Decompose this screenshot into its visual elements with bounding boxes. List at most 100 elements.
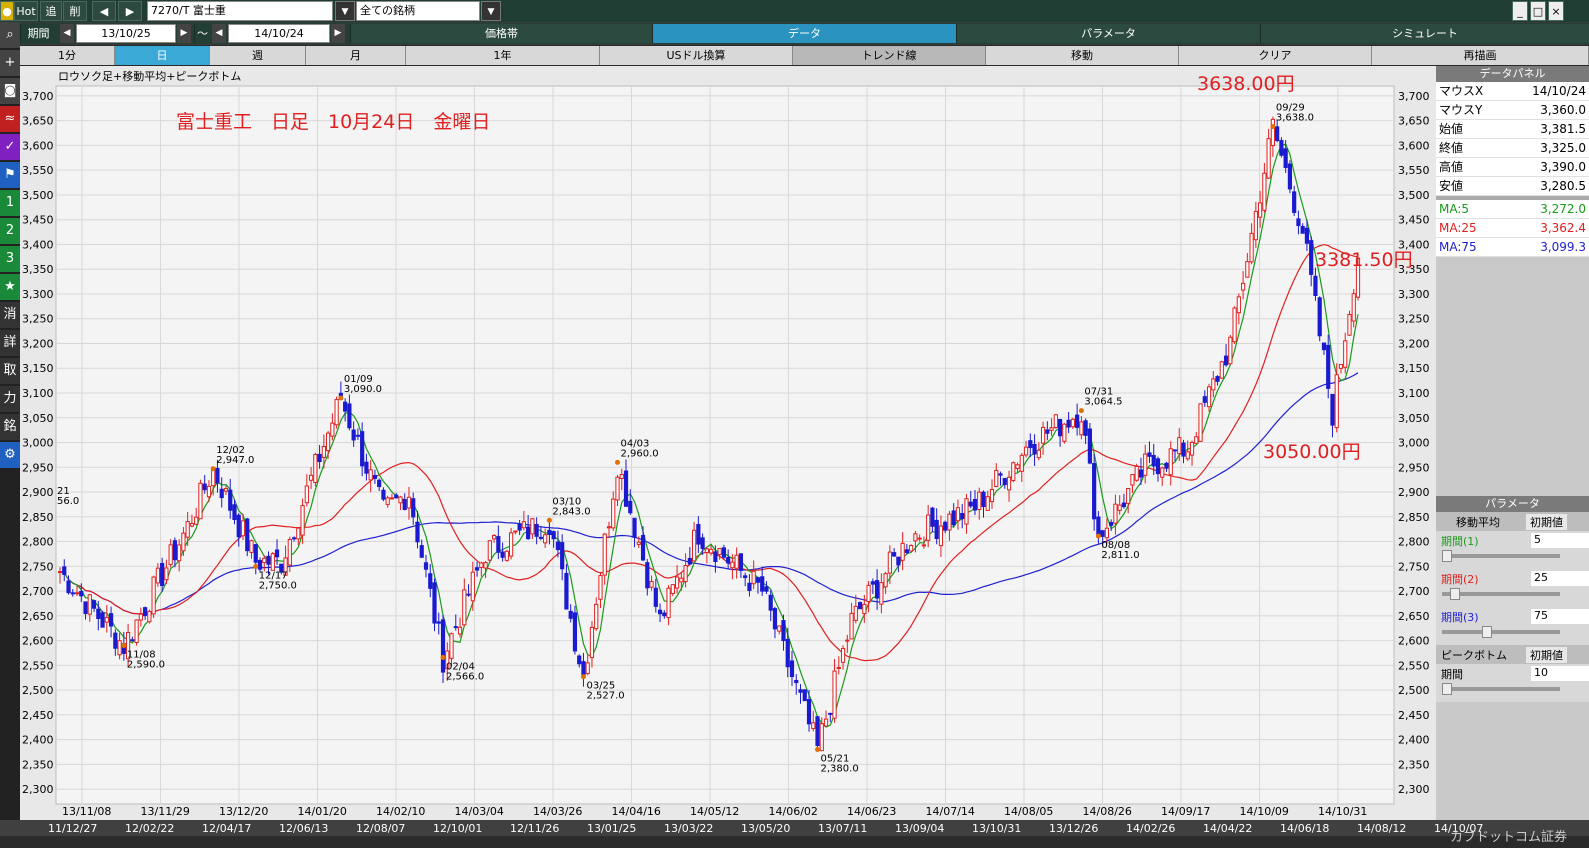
pb-period-input[interactable]: 10 xyxy=(1531,666,1589,681)
timeframe-1year[interactable]: 1年 xyxy=(406,46,600,65)
p1-input[interactable]: 5 xyxy=(1531,533,1589,548)
candle-body xyxy=(1287,163,1293,190)
add-button[interactable]: 追 xyxy=(40,1,62,21)
overview-tick: 13/01/25 xyxy=(587,822,637,835)
overview-tick: 12/10/01 xyxy=(433,822,483,835)
data-row: 高値 3,390.0 xyxy=(1436,158,1589,177)
cross-icon[interactable]: + xyxy=(0,50,20,76)
ma-key: MA:25 xyxy=(1439,221,1477,235)
minimize-icon[interactable]: _ xyxy=(1512,1,1528,21)
candle-body xyxy=(823,718,829,727)
period-to-prev-icon[interactable]: ◀ xyxy=(212,24,226,43)
candle-body xyxy=(606,526,612,529)
candlestick-chart[interactable]: 11/08 2,590.0 12/02 2,947.0 12/17 2,750.0 01/0… xyxy=(20,66,1436,820)
sidebar-item-14[interactable]: 銘 xyxy=(0,414,20,440)
candle-body xyxy=(798,689,803,693)
close-icon[interactable]: × xyxy=(1548,1,1564,21)
sidebar-item-9[interactable]: ★ xyxy=(0,274,20,300)
candle-body xyxy=(436,621,441,624)
y-tick-left: 3,100 xyxy=(22,387,54,400)
pb-slider[interactable] xyxy=(1442,683,1452,695)
prev-arrow-icon[interactable]: ◀ xyxy=(92,1,116,21)
sidebar-item-7[interactable]: 2 xyxy=(0,218,20,244)
candle-body xyxy=(117,640,122,656)
candle-body xyxy=(262,557,267,564)
p2-input[interactable]: 25 xyxy=(1531,571,1589,586)
timeframe-day[interactable]: 日 xyxy=(115,46,210,65)
sidebar-item-15[interactable]: ⚙ xyxy=(0,442,20,468)
trendline-button[interactable]: トレンド線 xyxy=(793,46,986,65)
sidebar-item-11[interactable]: 詳 xyxy=(0,330,20,356)
period-from-next-icon[interactable]: ▶ xyxy=(177,24,191,43)
candle-body xyxy=(330,422,335,437)
tab-data[interactable]: データ xyxy=(652,24,956,43)
delete-button[interactable]: 削 xyxy=(63,1,87,21)
annotation-low: 3050.00円 xyxy=(1263,441,1361,463)
next-arrow-icon[interactable]: ▶ xyxy=(118,1,142,21)
candle-body xyxy=(636,541,641,545)
candle-body xyxy=(989,489,995,503)
overview-tick: 12/06/13 xyxy=(279,822,329,835)
sidebar-item-12[interactable]: 取 xyxy=(0,358,20,384)
tab-parameter[interactable]: パラメータ xyxy=(956,24,1260,43)
candle-body xyxy=(1253,210,1258,241)
chart-svg[interactable]: 11/082,590.012/022,947.012/172,750.001/0… xyxy=(20,66,1436,820)
candle-body xyxy=(1219,361,1224,379)
p1-slider[interactable] xyxy=(1442,550,1452,562)
clear-button[interactable]: クリア xyxy=(1179,46,1372,65)
candle-body xyxy=(704,548,709,554)
peak-value: 3,064.5 xyxy=(1084,397,1122,408)
usd-convert-button[interactable]: USドル換算 xyxy=(600,46,793,65)
candle-body xyxy=(334,399,339,426)
check-icon[interactable]: ✓ xyxy=(0,134,20,160)
ma-init-button[interactable]: 初期値 xyxy=(1526,514,1567,530)
y-tick-left: 2,900 xyxy=(22,486,54,499)
candle-body xyxy=(479,562,484,568)
filter-select[interactable]: 全ての銘柄 xyxy=(356,1,480,21)
timeframe-1min[interactable]: 1分 xyxy=(20,46,115,65)
symbol-dropdown-icon[interactable]: ▼ xyxy=(335,1,355,21)
period-to-next-icon[interactable]: ▶ xyxy=(331,24,345,43)
maximize-icon[interactable]: □ xyxy=(1530,1,1546,21)
overview-axis[interactable]: 11/12/27 12/02/22 12/04/17 12/06/13 12/08/07… xyxy=(0,820,1589,848)
chart-icon[interactable]: ≈ xyxy=(0,106,20,132)
redraw-button[interactable]: 再描画 xyxy=(1372,46,1589,65)
candle-body xyxy=(1181,442,1186,457)
tab-simulate[interactable]: シミュレート xyxy=(1260,24,1589,43)
candle-body xyxy=(66,580,71,594)
flag-icon[interactable]: ⚑ xyxy=(0,162,20,188)
camera-icon[interactable]: ◙ xyxy=(0,78,20,104)
hot-button[interactable]: Hot xyxy=(14,1,38,21)
candle-body xyxy=(981,491,986,508)
timeframe-month[interactable]: 月 xyxy=(306,46,406,65)
sidebar-item-13[interactable]: 力 xyxy=(0,386,20,412)
sidebar-item-6[interactable]: 1 xyxy=(0,190,20,216)
y-tick-left: 3,700 xyxy=(22,90,54,103)
symbol-input[interactable]: 7270/T 富士重 xyxy=(147,1,333,21)
candle-body xyxy=(1070,418,1075,428)
p3-slider[interactable] xyxy=(1482,626,1492,638)
sidebar-item-8[interactable]: 3 xyxy=(0,246,20,272)
y-tick-left: 2,800 xyxy=(22,536,54,549)
data-panel-title: データパネル xyxy=(1436,66,1589,82)
filter-dropdown-icon[interactable]: ▼ xyxy=(481,1,501,21)
period-from-prev-icon[interactable]: ◀ xyxy=(60,24,74,43)
p2-slider[interactable] xyxy=(1450,588,1460,600)
candle-body xyxy=(113,632,118,649)
y-tick-right: 2,800 xyxy=(1398,536,1430,549)
bulb-icon[interactable]: ● xyxy=(0,1,14,21)
pb-init-button[interactable]: 初期値 xyxy=(1526,647,1567,663)
period-to-input[interactable]: 14/10/24 xyxy=(228,24,330,43)
search-icon[interactable]: ⌕ xyxy=(0,22,20,48)
sidebar-item-10[interactable]: 消 xyxy=(0,302,20,328)
peak-value: 3,638.0 xyxy=(1276,113,1314,124)
period-from-input[interactable]: 13/10/25 xyxy=(76,24,176,43)
data-row: 安値 3,280.5 xyxy=(1436,177,1589,196)
candle-body xyxy=(1206,386,1212,408)
move-button[interactable]: 移動 xyxy=(986,46,1179,65)
timeframe-week[interactable]: 週 xyxy=(210,46,306,65)
p3-input[interactable]: 75 xyxy=(1531,609,1589,624)
x-tick: 13/11/08 xyxy=(62,805,111,818)
candle-body xyxy=(547,529,552,535)
tab-price-band[interactable]: 価格帯 xyxy=(350,24,652,43)
